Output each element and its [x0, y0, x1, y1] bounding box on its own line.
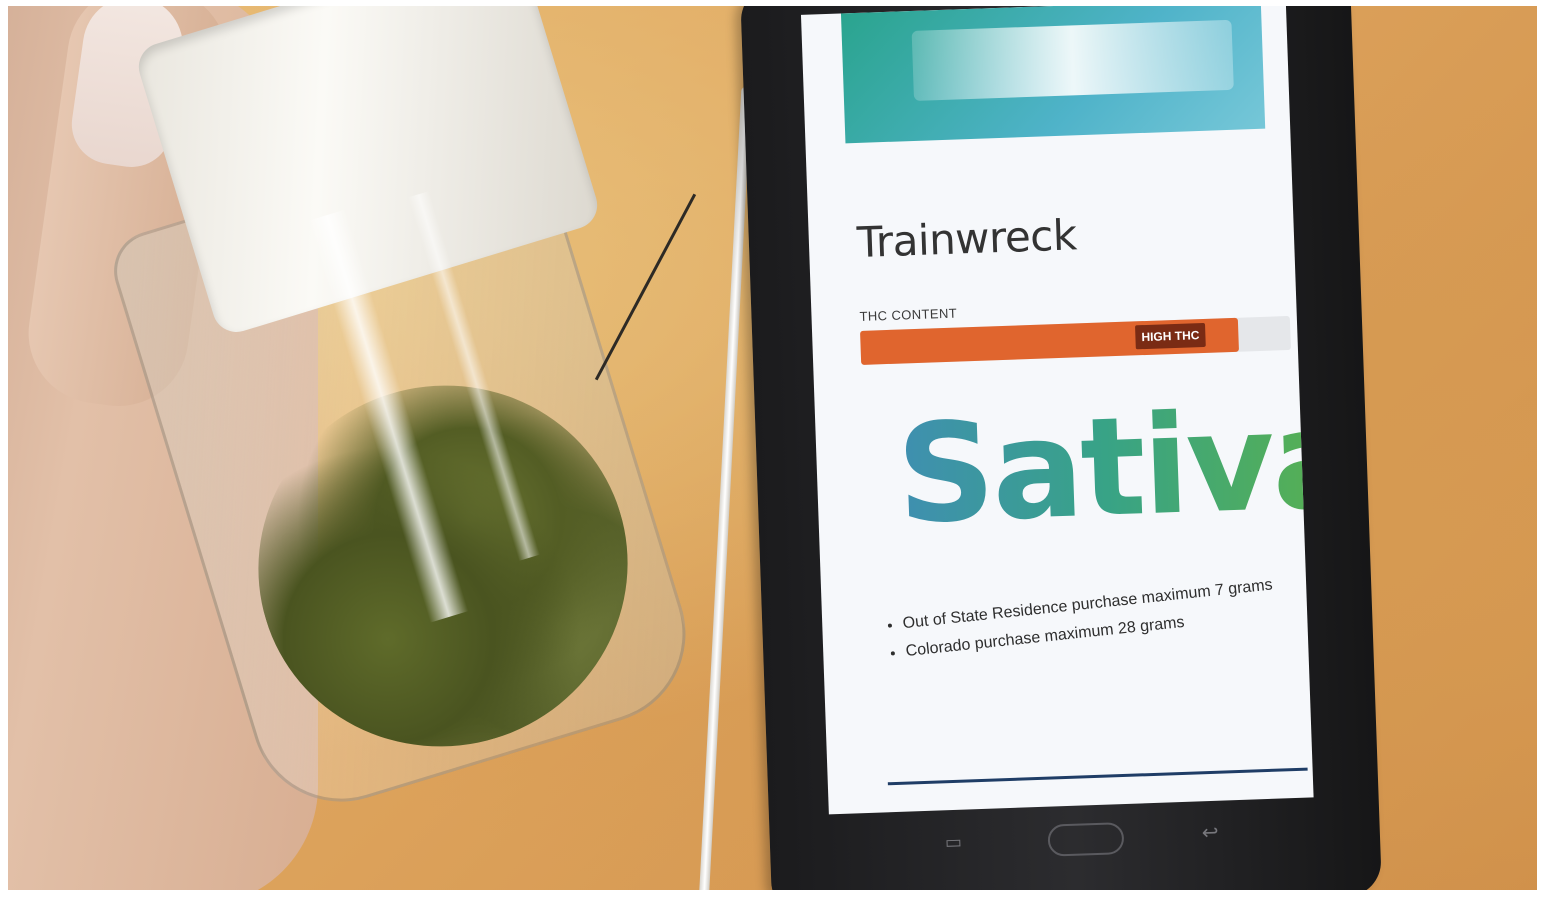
header-banner-image: [840, 6, 1266, 144]
purchase-limits-list: Out of State Residence purchase maximum …: [882, 576, 1277, 673]
strain-type: Sativa: [894, 381, 1313, 555]
back-icon[interactable]: ↩: [1201, 820, 1219, 846]
strain-name: Trainwreck: [856, 210, 1078, 267]
high-thc-badge: HIGH THC: [1135, 322, 1206, 350]
banner-glare: [911, 19, 1234, 101]
recent-apps-icon[interactable]: ▭: [945, 832, 963, 854]
divider: [887, 767, 1308, 786]
thc-content-label: THC CONTENT: [859, 305, 958, 324]
tether-cord: [594, 193, 697, 381]
tablet-screen: Trainwreck THC CONTENT HIGH THC Sativa O…: [800, 6, 1314, 815]
thc-content-bar: HIGH THC: [860, 315, 1291, 365]
tablet: Trainwreck THC CONTENT HIGH THC Sativa O…: [739, 6, 1383, 890]
charging-cable: [698, 86, 752, 890]
home-button[interactable]: [1047, 822, 1125, 857]
photo: Trainwreck THC CONTENT HIGH THC Sativa O…: [8, 6, 1537, 890]
